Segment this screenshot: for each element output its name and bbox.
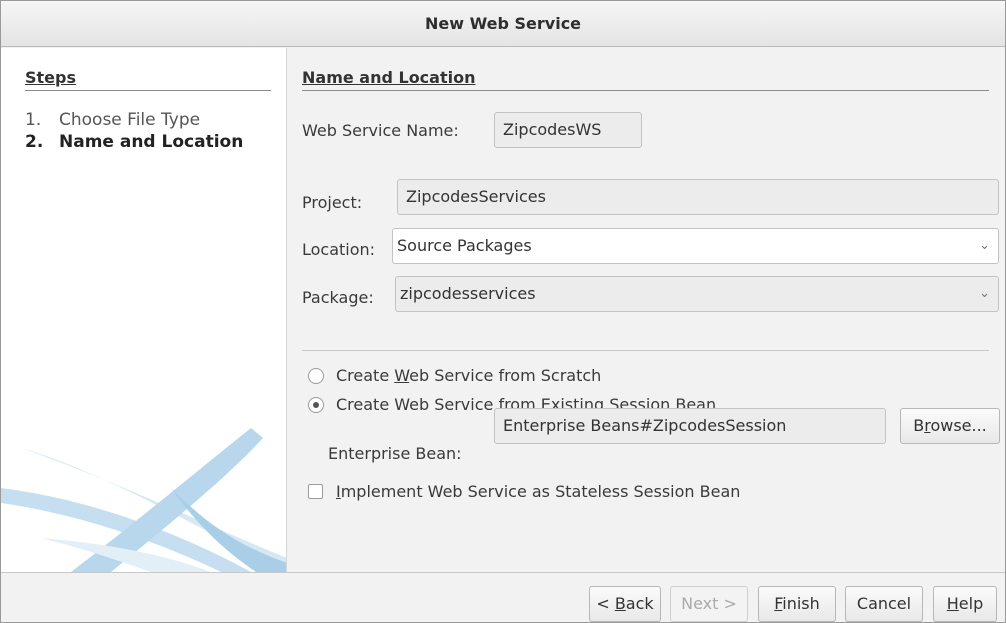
radio-create-from-scratch-label[interactable]: Create Web Service from Scratch: [336, 366, 601, 385]
browse-button[interactable]: Browse...: [900, 408, 1000, 444]
main-panel: Name and Location Web Service Name: Zipc…: [288, 48, 1005, 572]
step-label: Name and Location: [59, 132, 244, 152]
step-name-and-location: 2. Name and Location: [25, 132, 243, 152]
enterprise-bean-field[interactable]: Enterprise Beans#ZipcodesSession: [494, 408, 886, 444]
label-text-post: ack: [625, 594, 654, 613]
package-select[interactable]: zipcodesservices ⌄: [395, 276, 999, 312]
help-button[interactable]: Help: [933, 586, 997, 622]
button-bar: < Back Next > Finish Cancel Help: [1, 572, 1005, 622]
label-text-post: mplement Web Service as Stateless Sessio…: [340, 482, 741, 501]
location-value: Source Packages: [397, 236, 532, 255]
dialog-title: New Web Service: [1, 1, 1005, 47]
section-heading: Name and Location: [302, 68, 989, 91]
step-label: Choose File Type: [59, 110, 201, 130]
separator: [302, 350, 989, 351]
chevron-down-icon: ⌄: [979, 286, 990, 301]
label-text-post: inish: [782, 594, 820, 613]
mnemonic: H: [946, 594, 959, 613]
finish-button[interactable]: Finish: [758, 586, 836, 622]
radio-create-from-session-bean[interactable]: [308, 397, 324, 413]
cancel-button[interactable]: Cancel: [845, 586, 923, 622]
radio-create-from-scratch[interactable]: [308, 368, 324, 384]
label-text-post: eb Service from Scratch: [409, 366, 602, 385]
package-label: Package:: [302, 288, 374, 307]
back-button[interactable]: < Back: [589, 586, 661, 622]
location-select[interactable]: Source Packages ⌄: [392, 228, 999, 264]
steps-heading: Steps: [25, 68, 271, 91]
web-service-name-field[interactable]: ZipcodesWS: [494, 112, 642, 148]
label-text-post: elp: [958, 594, 984, 613]
project-label: Project:: [302, 193, 363, 212]
step-choose-file-type: 1. Choose File Type: [25, 110, 200, 130]
mnemonic: B: [614, 594, 626, 613]
location-label: Location:: [302, 240, 376, 259]
web-service-name-label: Web Service Name:: [302, 121, 459, 140]
label-text-pre: Create: [336, 366, 395, 385]
project-field[interactable]: ZipcodesServices: [397, 179, 999, 215]
label-text-post: owse...: [930, 416, 987, 435]
enterprise-bean-label: Enterprise Bean:: [328, 444, 462, 463]
package-value: zipcodesservices: [400, 284, 536, 303]
wizard-decoration-image: [1, 428, 286, 572]
stateless-session-bean-checkbox[interactable]: [308, 484, 323, 499]
chevron-down-icon: ⌄: [979, 238, 990, 253]
label-text-pre: <: [596, 594, 615, 613]
stateless-session-bean-label[interactable]: Implement Web Service as Stateless Sessi…: [336, 482, 740, 501]
mnemonic: W: [394, 366, 410, 385]
steps-pane: Steps 1. Choose File Type 2. Name and Loca…: [1, 48, 287, 572]
next-button[interactable]: Next >: [670, 586, 748, 622]
step-number: 1.: [25, 110, 42, 130]
new-web-service-dialog: New Web Service Steps 1. Choose File Type…: [0, 0, 1006, 623]
step-number: 2.: [25, 132, 44, 152]
label-text-pre: B: [913, 416, 925, 435]
